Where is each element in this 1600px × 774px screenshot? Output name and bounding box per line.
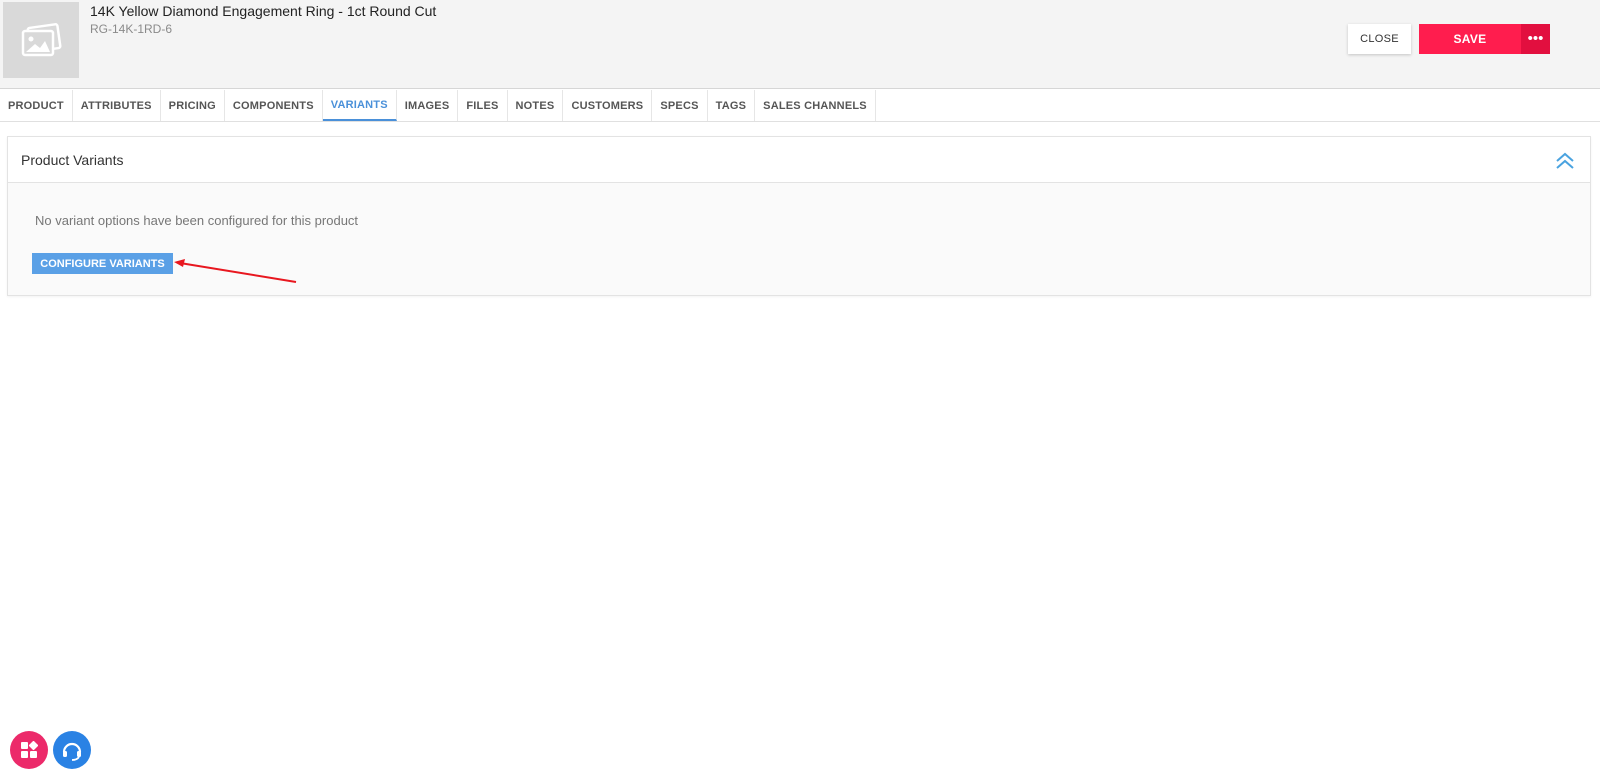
tab-tags[interactable]: TAGS xyxy=(708,90,756,121)
tab-attributes[interactable]: ATTRIBUTES xyxy=(73,90,161,121)
apps-fab-button[interactable] xyxy=(10,731,48,769)
tab-customers[interactable]: CUSTOMERS xyxy=(563,90,653,121)
apps-grid-icon xyxy=(21,741,38,758)
product-header: 14K Yellow Diamond Engagement Ring - 1ct… xyxy=(0,0,1600,89)
tab-specs[interactable]: SPECS xyxy=(652,90,708,121)
tab-components[interactable]: COMPONENTS xyxy=(225,90,323,121)
collapse-chevron-icon[interactable] xyxy=(1554,149,1576,171)
headset-icon xyxy=(62,742,82,761)
tab-pricing[interactable]: PRICING xyxy=(161,90,225,121)
tab-variants[interactable]: VARIANTS xyxy=(322,90,397,121)
tab-images[interactable]: IMAGES xyxy=(397,90,459,121)
image-placeholder-icon xyxy=(21,23,62,57)
panel-header: Product Variants xyxy=(8,137,1590,183)
more-options-button[interactable]: ••• xyxy=(1521,24,1550,54)
support-fab-button[interactable] xyxy=(53,731,91,769)
configure-variants-button[interactable]: CONFIGURE VARIANTS xyxy=(32,253,173,274)
panel-title: Product Variants xyxy=(21,152,124,168)
save-button[interactable]: SAVE xyxy=(1419,24,1521,54)
product-sku: RG-14K-1RD-6 xyxy=(90,22,173,36)
product-title: 14K Yellow Diamond Engagement Ring - 1ct… xyxy=(90,3,437,19)
product-thumbnail[interactable] xyxy=(3,2,79,78)
empty-variants-message: No variant options have been configured … xyxy=(35,213,359,228)
tab-product[interactable]: PRODUCT xyxy=(0,90,73,121)
tab-notes[interactable]: NOTES xyxy=(508,90,564,121)
tab-files[interactable]: FILES xyxy=(458,90,508,121)
close-button[interactable]: CLOSE xyxy=(1348,24,1411,54)
tab-sales-channels[interactable]: SALES CHANNELS xyxy=(755,90,876,121)
annotation-arrow-icon xyxy=(174,259,297,283)
tab-bar: PRODUCT ATTRIBUTES PRICING COMPONENTS VA… xyxy=(0,90,1600,122)
